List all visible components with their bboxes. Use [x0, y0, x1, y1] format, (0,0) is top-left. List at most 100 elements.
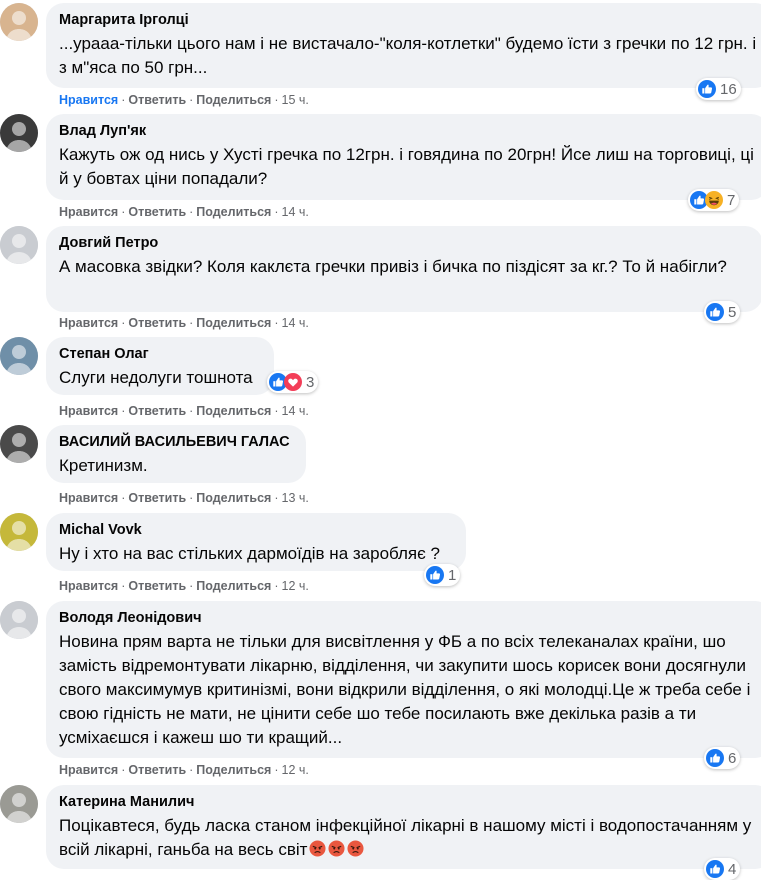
like-icon: [706, 860, 724, 878]
comment-bubble: ВАСИЛИЙ ВАСИЛЬЕВИЧ ГАЛАС Кретинизм.: [46, 425, 306, 483]
comment-text-content: Кажуть ож од нись у Хусті гречка по 12гр…: [59, 145, 754, 188]
share-button[interactable]: Поделиться: [196, 491, 271, 505]
share-button[interactable]: Поделиться: [196, 763, 271, 777]
comment-bubble: Володя Леонідович Новина прям варта не ті…: [46, 601, 761, 758]
separator-dot: ·: [189, 763, 194, 777]
reaction-summary[interactable]: 7: [688, 189, 740, 211]
avatar[interactable]: [0, 513, 38, 551]
comment-bubble: Влад Луп'як Кажуть ож од нись у Хусті гре…: [46, 114, 761, 200]
like-icon: [706, 749, 724, 767]
reaction-count: 3: [306, 373, 315, 391]
share-button[interactable]: Поделиться: [196, 93, 271, 107]
comment-text: ...урааа-тільки цього нам і не вистачало…: [59, 32, 760, 80]
comment-actions: Нравится · Ответить · Поделиться · 14 ч.: [59, 204, 309, 220]
reply-button[interactable]: Ответить: [128, 491, 186, 505]
comment-author[interactable]: Катерина Манилич: [59, 793, 760, 811]
comment-actions: Нравится · Ответить · Поделиться · 12 ч.: [59, 578, 309, 594]
comment-author[interactable]: Володя Леонідович: [59, 609, 760, 627]
comment-timestamp[interactable]: 14 ч.: [282, 316, 309, 330]
comment-text-content: Ну і хто на вас стільких дармоїдів на за…: [59, 544, 440, 563]
comment-text: Поцікавтеся, будь ласка станом інфекційн…: [59, 814, 760, 862]
comment-timestamp[interactable]: 13 ч.: [282, 491, 309, 505]
reply-button[interactable]: Ответить: [128, 205, 186, 219]
separator-dot: ·: [274, 93, 279, 107]
reaction-summary[interactable]: 4: [704, 858, 741, 880]
separator-dot: ·: [274, 579, 279, 593]
like-button[interactable]: Нравится: [59, 404, 118, 418]
comment-actions: Нравится · Ответить · Поделиться · 12 ч.: [59, 762, 309, 778]
reaction-summary[interactable]: 3: [267, 371, 319, 393]
comment-author[interactable]: Влад Луп'як: [59, 122, 756, 140]
comment-text-content: Новина прям варта не тільки для висвітле…: [59, 632, 751, 747]
avatar[interactable]: [0, 226, 38, 264]
share-button[interactable]: Поделиться: [196, 404, 271, 418]
comment-author[interactable]: ВАСИЛИЙ ВАСИЛЬЕВИЧ ГАЛАС: [59, 433, 293, 451]
angry-face-icon: [309, 840, 326, 857]
like-button[interactable]: Нравится: [59, 763, 118, 777]
comment-actions: Нравится · Ответить · Поделиться · 14 ч.: [59, 403, 309, 419]
share-button[interactable]: Поделиться: [196, 579, 271, 593]
like-button[interactable]: Нравится: [59, 491, 118, 505]
separator-dot: ·: [189, 491, 194, 505]
comment-bubble: Маргарита Ірголці ...урааа-тільки цього н…: [46, 3, 761, 88]
reply-button[interactable]: Ответить: [128, 404, 186, 418]
reaction-summary[interactable]: 5: [704, 301, 741, 323]
like-button[interactable]: Нравится: [59, 579, 118, 593]
comment-timestamp[interactable]: 12 ч.: [282, 579, 309, 593]
avatar[interactable]: [0, 114, 38, 152]
like-button[interactable]: Нравится: [59, 205, 118, 219]
separator-dot: ·: [189, 93, 194, 107]
love-icon: [284, 373, 302, 391]
reaction-summary[interactable]: 1: [424, 564, 461, 586]
reaction-count: 16: [720, 80, 737, 98]
separator-dot: ·: [121, 491, 126, 505]
avatar[interactable]: [0, 785, 38, 823]
comment-timestamp[interactable]: 15 ч.: [282, 93, 309, 107]
reaction-count: 5: [728, 303, 737, 321]
comment-text: А масовка звідки? Коля каклєта гречки пр…: [59, 255, 750, 279]
comment-timestamp[interactable]: 12 ч.: [282, 763, 309, 777]
avatar[interactable]: [0, 3, 38, 41]
reply-button[interactable]: Ответить: [128, 579, 186, 593]
avatar[interactable]: [0, 337, 38, 375]
comment-author[interactable]: Маргарита Ірголці: [59, 11, 760, 29]
comment-text: Новина прям варта не тільки для висвітле…: [59, 630, 760, 750]
separator-dot: ·: [189, 205, 194, 219]
like-button[interactable]: Нравится: [59, 93, 118, 107]
comment-author[interactable]: Довгий Петро: [59, 234, 750, 252]
angry-face-icon: [328, 840, 345, 857]
reply-button[interactable]: Ответить: [128, 316, 186, 330]
comment-timestamp[interactable]: 14 ч.: [282, 404, 309, 418]
separator-dot: ·: [189, 579, 194, 593]
reply-button[interactable]: Ответить: [128, 763, 186, 777]
comment-text-content: Слуги недолуги тошнота: [59, 368, 253, 387]
like-icon: [706, 303, 724, 321]
avatar[interactable]: [0, 425, 38, 463]
comment-author[interactable]: Степан Олаг: [59, 345, 261, 363]
separator-dot: ·: [274, 316, 279, 330]
comment-timestamp[interactable]: 14 ч.: [282, 205, 309, 219]
separator-dot: ·: [121, 763, 126, 777]
separator-dot: ·: [121, 93, 126, 107]
reply-button[interactable]: Ответить: [128, 93, 186, 107]
avatar[interactable]: [0, 601, 38, 639]
comment-text: Кажуть ож од нись у Хусті гречка по 12гр…: [59, 143, 756, 191]
haha-icon: [705, 191, 723, 209]
separator-dot: ·: [274, 491, 279, 505]
separator-dot: ·: [274, 763, 279, 777]
reaction-count: 6: [728, 749, 737, 767]
separator-dot: ·: [189, 316, 194, 330]
comment-bubble: Степан Олаг Слуги недолуги тошнота: [46, 337, 274, 395]
reaction-summary[interactable]: 16: [696, 78, 741, 100]
separator-dot: ·: [121, 404, 126, 418]
separator-dot: ·: [189, 404, 194, 418]
share-button[interactable]: Поделиться: [196, 316, 271, 330]
reaction-summary[interactable]: 6: [704, 747, 741, 769]
comment-text-content: Поцікавтеся, будь ласка станом інфекційн…: [59, 816, 752, 859]
like-icon: [698, 80, 716, 98]
share-button[interactable]: Поделиться: [196, 205, 271, 219]
comment-author[interactable]: Michal Vovk: [59, 521, 453, 539]
comment-text-content: ...урааа-тільки цього нам і не вистачало…: [59, 34, 757, 77]
like-button[interactable]: Нравится: [59, 316, 118, 330]
comment-bubble: Michal Vovk Ну і хто на вас стільких дарм…: [46, 513, 466, 571]
